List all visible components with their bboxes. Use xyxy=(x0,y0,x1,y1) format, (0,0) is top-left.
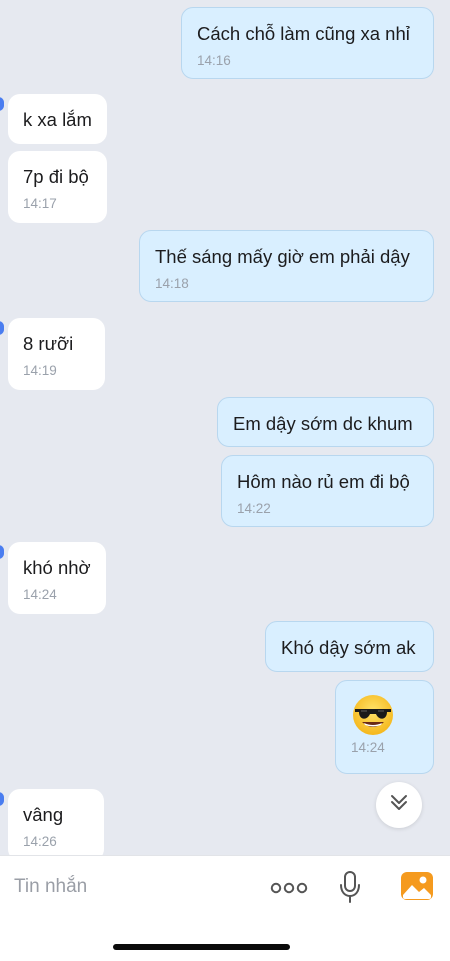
message-time: 14:16 xyxy=(197,53,231,68)
message-time: 14:17 xyxy=(23,196,57,211)
message-time: 14:24 xyxy=(23,587,57,602)
more-dots-icon[interactable] xyxy=(270,878,308,898)
sender-indicator xyxy=(0,97,4,111)
microphone-icon[interactable] xyxy=(338,870,362,904)
message-text: 7p đi bộ xyxy=(23,166,89,187)
message-text: k xa lắm xyxy=(23,109,92,130)
message-text: khó nhờ xyxy=(23,557,91,578)
message-time: 14:26 xyxy=(23,834,57,849)
sender-indicator xyxy=(0,321,4,335)
image-gallery-icon[interactable] xyxy=(400,870,434,902)
message-text: Khó dậy sớm ak xyxy=(281,637,416,658)
message-input-bar: Tin nhắn xyxy=(0,855,450,961)
message-bubble-outgoing-emoji[interactable]: 14:24 xyxy=(335,680,434,774)
message-bubble-incoming[interactable]: k xa lắm xyxy=(8,94,107,144)
sender-indicator xyxy=(0,545,4,559)
message-text: Hôm nào rủ em đi bộ xyxy=(237,471,410,492)
message-bubble-outgoing[interactable]: Cách chỗ làm cũng xa nhỉ 14:16 xyxy=(181,7,434,79)
message-text: Thế sáng mấy giờ em phải dậy xyxy=(155,246,410,267)
message-text: 8 rưỡi xyxy=(23,333,74,354)
double-chevron-down-icon xyxy=(389,794,409,817)
sunglasses-emoji-icon xyxy=(349,694,397,735)
message-bubble-incoming[interactable]: 8 rưỡi 14:19 xyxy=(8,318,105,390)
message-text: vâng xyxy=(23,804,64,825)
message-bubble-outgoing[interactable]: Em dậy sớm dc khum xyxy=(217,397,434,447)
message-text: Cách chỗ làm cũng xa nhỉ xyxy=(197,23,410,44)
message-time: 14:22 xyxy=(237,501,271,516)
chat-area[interactable]: Cách chỗ làm cũng xa nhỉ 14:16 k xa lắm … xyxy=(0,0,450,855)
message-bubble-incoming[interactable]: vâng 14:26 xyxy=(8,789,104,855)
home-indicator xyxy=(113,944,290,950)
message-bubble-outgoing[interactable]: Hôm nào rủ em đi bộ 14:22 xyxy=(221,455,434,527)
message-time: 14:19 xyxy=(23,363,57,378)
message-text: Em dậy sớm dc khum xyxy=(233,413,413,434)
message-time: 14:24 xyxy=(351,740,385,755)
message-bubble-outgoing[interactable]: Khó dậy sớm ak xyxy=(265,621,434,672)
message-bubble-outgoing[interactable]: Thế sáng mấy giờ em phải dậy 14:18 xyxy=(139,230,434,302)
sender-indicator xyxy=(0,792,4,806)
message-bubble-incoming[interactable]: khó nhờ 14:24 xyxy=(8,542,106,614)
scroll-to-bottom-button[interactable] xyxy=(376,782,422,828)
message-bubble-incoming[interactable]: 7p đi bộ 14:17 xyxy=(8,151,107,223)
message-input[interactable]: Tin nhắn xyxy=(14,876,87,898)
message-time: 14:18 xyxy=(155,276,189,291)
